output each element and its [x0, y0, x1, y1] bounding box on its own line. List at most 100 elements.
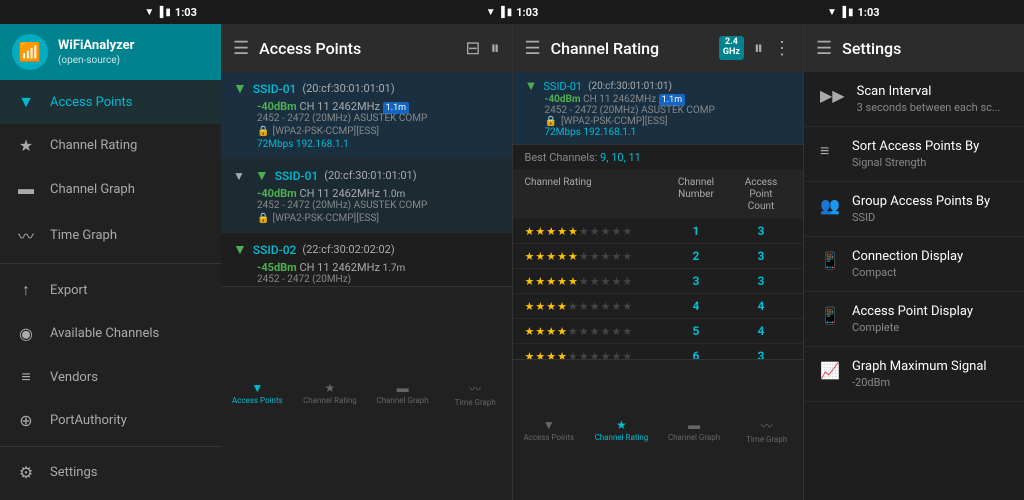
channel-number: 3 — [661, 274, 731, 288]
sidebar-item-access-points[interactable]: ▼ Access Points — [0, 80, 221, 124]
sidebar-item-vendors[interactable]: ≡ Vendors — [0, 355, 221, 399]
channel-table: ★★★★★★★★★★ 1 3 ★★★★★★★★★★ 2 3 ★★★★★★★★★★… — [513, 219, 804, 359]
nav-ap-icon-2: ▼ — [543, 418, 555, 432]
pause-icon[interactable]: ⏸ — [491, 38, 500, 59]
channel-row[interactable]: ★★★★★★★★★★ 3 3 — [513, 269, 804, 294]
star-empty-icon: ★ — [568, 300, 578, 313]
channel-rating-panel: ☰ Channel Rating 2.4 GHz ⏸ ⋮ ▼ SSID-01 (… — [513, 24, 805, 500]
best-channels-values: 9, 10, 11 — [600, 151, 641, 164]
access-points-icon: ▼ — [16, 92, 36, 112]
hamburger-icon-3[interactable]: ☰ — [816, 38, 832, 59]
ap-ssid: SSID-01 — [275, 169, 318, 183]
battery-icon-2: ▮ — [507, 7, 513, 18]
settings-panel: ☰ Settings ▶▶ Scan Interval 3 seconds be… — [804, 24, 1024, 500]
ap-item[interactable]: ▼ SSID-02 (22:cf:30:02:02:02) -45dBm CH … — [221, 233, 512, 286]
wifi-icon-cr: ▼ — [525, 78, 538, 94]
hamburger-icon[interactable]: ☰ — [233, 38, 249, 59]
star-filled-icon: ★ — [568, 225, 578, 238]
filter-icon[interactable]: ⊟ — [465, 38, 480, 59]
settings-item-graph-max[interactable]: 📈 Graph Maximum Signal -20dBm — [804, 347, 1024, 402]
settings-item-connection-display[interactable]: 📱 Connection Display Compact — [804, 237, 1024, 292]
ap-item[interactable]: ▼ SSID-01 (20:cf:30:01:01:01) -40dBm CH … — [221, 72, 512, 159]
sidebar-item-channel-graph[interactable]: ▬ Channel Graph — [0, 167, 221, 211]
channel-number: 5 — [661, 324, 731, 338]
nav-cg-icon-2: ▬ — [688, 418, 700, 432]
col-header-rating: Channel Rating — [525, 177, 662, 213]
sidebar-item-channel-rating[interactable]: ★ Channel Rating — [0, 124, 221, 167]
hamburger-icon-2[interactable]: ☰ — [525, 38, 541, 59]
cr-panel-title: Channel Rating — [551, 39, 709, 58]
sidebar-item-label: Export — [50, 283, 88, 298]
star-filled-icon: ★ — [525, 325, 535, 338]
nav-cg-label: Channel Graph — [376, 396, 428, 405]
status-bar-1: ▼ ▐ ▮ 1:03 — [0, 0, 341, 24]
channel-row[interactable]: ★★★★★★★★★★ 2 3 — [513, 244, 804, 269]
sidebar-item-about[interactable]: ℹ About — [0, 494, 221, 500]
star-empty-icon: ★ — [601, 275, 611, 288]
group-icon: 👥 — [820, 196, 840, 215]
star-empty-icon: ★ — [568, 325, 578, 338]
nav-cg-label-2: Channel Graph — [668, 433, 720, 442]
sidebar-item-settings[interactable]: ⚙ Settings — [0, 451, 221, 494]
export-icon: ↑ — [16, 280, 36, 300]
cr-panel-header: ☰ Channel Rating 2.4 GHz ⏸ ⋮ — [513, 24, 804, 72]
status-bars: ▼ ▐ ▮ 1:03 ▼ ▐ ▮ 1:03 ▼ ▐ ▮ 1:03 — [0, 0, 1024, 24]
star-filled-icon: ★ — [557, 250, 567, 263]
star-empty-icon: ★ — [590, 275, 600, 288]
menu-icon[interactable]: ⋮ — [773, 38, 791, 59]
lock-icon-cr: 🔒 — [545, 116, 557, 127]
lock-icon: 🔒 — [257, 126, 269, 137]
channel-row[interactable]: ★★★★★★★★★★ 5 4 — [513, 319, 804, 344]
wifi-status-icon: ▼ — [144, 7, 154, 18]
star-filled-icon: ★ — [557, 325, 567, 338]
ap-item[interactable]: ▼ ▼ SSID-01 (20:cf:30:01:01:01) -40dBm C… — [221, 159, 512, 233]
signal-icon-3: ▐ — [839, 7, 846, 18]
star-filled-icon: ★ — [557, 225, 567, 238]
channel-row[interactable]: ★★★★★★★★★★ 1 3 — [513, 219, 804, 244]
status-bar-3: ▼ ▐ ▮ 1:03 — [683, 0, 1024, 24]
sidebar-item-port-authority[interactable]: ⊕ PortAuthority — [0, 399, 221, 442]
panel1-bottom-nav: ▼ Access Points ★ Channel Rating ▬ Chann… — [221, 286, 512, 500]
nav-time-graph[interactable]: 〰 Time Graph — [439, 287, 512, 500]
ap-count: 4 — [731, 324, 791, 338]
nav-cg-2[interactable]: ▬ Channel Graph — [658, 360, 731, 500]
col-header-apcount: Access Point Count — [731, 177, 791, 213]
sidebar-item-available-channels[interactable]: ◉ Available Channels — [0, 312, 221, 355]
nav-cr-2[interactable]: ★ Channel Rating — [585, 360, 658, 500]
ap-distance: 1.0m — [383, 189, 406, 200]
star-filled-icon: ★ — [535, 250, 545, 263]
cr-top-ap[interactable]: ▼ SSID-01 (20:cf:30:01:01:01) -40dBm CH … — [513, 72, 804, 145]
settings-item-sort[interactable]: ≡ Sort Access Points By Signal Strength — [804, 127, 1024, 182]
settings-item-ap-display[interactable]: 📱 Access Point Display Complete — [804, 292, 1024, 347]
nav-channel-graph[interactable]: ▬ Channel Graph — [366, 287, 439, 500]
sidebar-nav: ▼ Access Points ★ Channel Rating ▬ Chann… — [0, 80, 221, 500]
nav-tg-2[interactable]: 〰 Time Graph — [730, 360, 803, 500]
nav-access-points[interactable]: ▼ Access Points — [221, 287, 294, 500]
star-empty-icon: ★ — [568, 350, 578, 360]
pause-icon-2[interactable]: ⏸ — [754, 38, 763, 59]
time-display-1: 1:03 — [175, 6, 197, 19]
nav-cr-icon-2: ★ — [616, 418, 627, 432]
settings-item-scan-interval[interactable]: ▶▶ Scan Interval 3 seconds between each … — [804, 72, 1024, 127]
sidebar-item-export[interactable]: ↑ Export — [0, 268, 221, 312]
ap-distance: 1.7m — [383, 263, 406, 274]
star-empty-icon: ★ — [622, 325, 632, 338]
wifi-signal-icon: ▼ — [233, 241, 247, 258]
sidebar-item-label: Available Channels — [50, 326, 159, 341]
ap-count: 4 — [731, 299, 791, 313]
settings-item-group[interactable]: 👥 Group Access Points By SSID — [804, 182, 1024, 237]
channel-row[interactable]: ★★★★★★★★★★ 6 3 — [513, 344, 804, 359]
channel-row[interactable]: ★★★★★★★★★★ 4 4 — [513, 294, 804, 319]
star-filled-icon: ★ — [546, 225, 556, 238]
nav-ap-2[interactable]: ▼ Access Points — [513, 360, 586, 500]
star-filled-icon: ★ — [535, 350, 545, 360]
star-empty-icon: ★ — [579, 300, 589, 313]
wifi-signal-icon: ▼ — [233, 80, 247, 97]
sidebar: 📶 WiFiAnalyzer (open-source) ▼ Access Po… — [0, 24, 221, 500]
nav-tg-icon-2: 〰 — [761, 417, 773, 434]
star-filled-icon: ★ — [546, 250, 556, 263]
nav-channel-rating[interactable]: ★ Channel Rating — [294, 287, 367, 500]
sidebar-item-time-graph[interactable]: 〰 Time Graph — [0, 211, 221, 259]
ap-signal: -45dBm — [257, 261, 297, 274]
nav-cg-icon: ▬ — [397, 381, 409, 395]
